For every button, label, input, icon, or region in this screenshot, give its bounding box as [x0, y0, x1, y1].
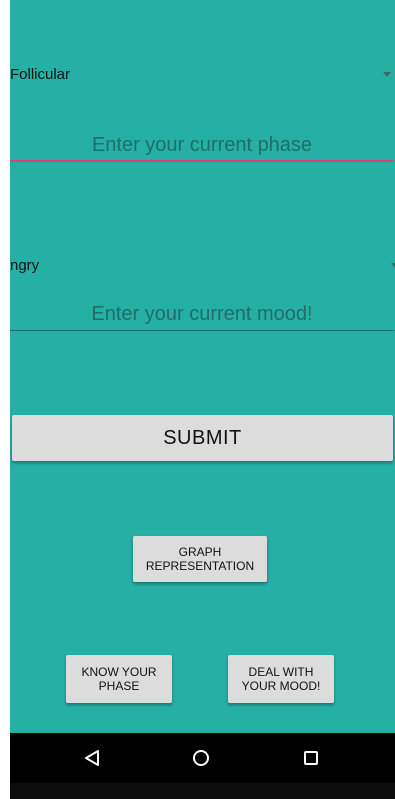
- deal-button-label-line1: DEAL WITH: [248, 664, 314, 679]
- mood-input[interactable]: [10, 297, 394, 331]
- graph-button-label-line2: REPRESENTATION: [145, 559, 255, 573]
- graph-button-label-line1: GRAPH: [178, 544, 222, 559]
- dropdown-arrow-icon[interactable]: [383, 72, 391, 77]
- system-nav-bar: [10, 733, 395, 783]
- bottom-strip: [10, 783, 395, 799]
- know-button-label-line2: PHASE: [98, 679, 140, 693]
- graph-representation-button[interactable]: GRAPH REPRESENTATION: [133, 536, 267, 582]
- phase-field[interactable]: [10, 128, 394, 162]
- phase-spinner[interactable]: Follicular: [10, 55, 395, 95]
- know-your-phase-button[interactable]: KNOW YOUR PHASE: [66, 655, 172, 703]
- phase-input[interactable]: [10, 128, 394, 162]
- submit-button-label: SUBMIT: [163, 427, 242, 449]
- deal-with-your-mood-button[interactable]: DEAL WITH YOUR MOOD!: [228, 655, 334, 703]
- mood-spinner-value: ngry: [10, 257, 40, 274]
- dropdown-arrow-icon[interactable]: [391, 263, 395, 268]
- home-icon[interactable]: [181, 733, 221, 783]
- recents-icon[interactable]: [291, 733, 331, 783]
- deal-button-label-line2: YOUR MOOD!: [241, 679, 321, 693]
- mood-field[interactable]: [10, 297, 394, 331]
- back-icon[interactable]: [72, 733, 112, 783]
- know-button-label-line1: KNOW YOUR: [81, 664, 157, 679]
- mood-input-underline: [10, 330, 394, 331]
- app-screen: Follicular ngry SUBMIT GRAPH REPRESENTAT…: [10, 0, 395, 799]
- mood-spinner[interactable]: ngry: [10, 246, 395, 286]
- phase-spinner-value: Follicular: [10, 66, 71, 83]
- phase-input-underline: [10, 160, 394, 162]
- submit-button[interactable]: SUBMIT: [12, 415, 393, 461]
